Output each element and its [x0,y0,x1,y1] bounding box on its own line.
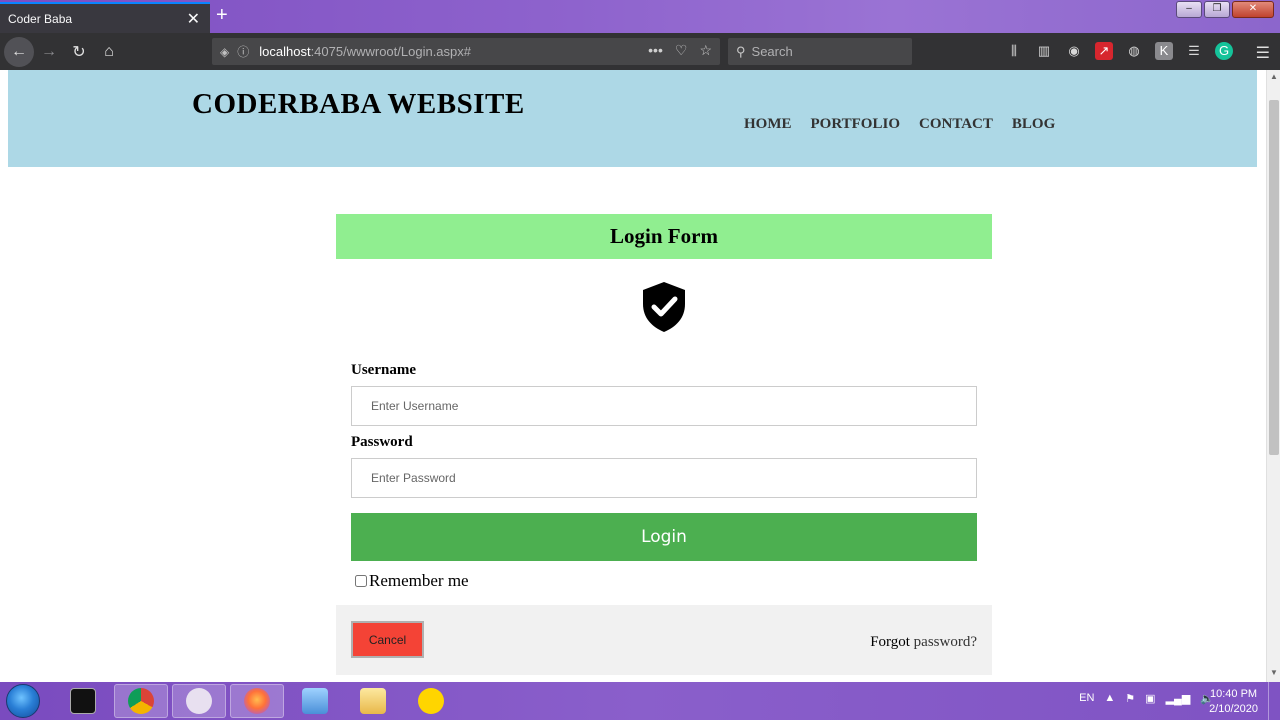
forgot-prefix: Forgot [870,634,914,650]
taskbar-firefox[interactable] [230,684,284,718]
account-icon[interactable]: ◉ [1065,42,1083,60]
shield-check-icon [643,282,685,332]
shield-tracking-icon[interactable]: ◈ [220,45,229,59]
scroll-up-icon[interactable]: ▲ [1270,72,1278,81]
page-actions-icon[interactable]: ••• [648,42,663,59]
library-icon[interactable]: ⫼ [1005,42,1023,60]
action-center-flag-icon[interactable]: ⚑ [1125,692,1135,705]
taskbar-snipping[interactable] [172,684,226,718]
remember-me-row: Remember me [351,571,977,591]
bookmark-star-icon[interactable]: ☆ [699,42,712,59]
site-nav: HOME PORTFOLIO CONTACT BLOG [744,116,1055,133]
minimize-icon[interactable]: – [1176,1,1202,18]
start-button[interactable] [6,684,40,718]
taskbar-explorer[interactable] [346,684,400,718]
back-arrow-icon[interactable]: ← [4,37,34,67]
address-bar[interactable]: ◈ ⓘ localhost:4075/wwwroot/Login.aspx# •… [212,38,720,65]
forward-arrow-icon[interactable]: → [34,37,64,67]
password-label: Password [351,434,413,450]
home-icon[interactable]: ⌂ [94,37,124,67]
info-icon[interactable]: ⓘ [237,43,249,60]
vertical-scrollbar[interactable]: ▲ ▼ [1266,70,1280,682]
forgot-password-text: Forgot password? [870,634,977,651]
firefox-icon [244,688,270,714]
language-indicator[interactable]: EN [1079,692,1094,705]
clock-time: 10:40 PM [1209,688,1258,700]
taskbar-notepad[interactable] [288,684,342,718]
site-header: CODERBABA WEBSITE HOME PORTFOLIO CONTACT… [8,70,1257,167]
taskbar-chrome[interactable] [114,684,168,718]
extension-stack-icon[interactable]: ☰ [1185,42,1203,60]
restore-icon[interactable]: ❐ [1204,1,1230,18]
tray-expand-icon[interactable]: ▲ [1104,692,1115,705]
tab-title: Coder Baba [8,11,73,26]
nav-portfolio-link[interactable]: PORTFOLIO [811,116,900,133]
url-path: :4075/wwwroot/Login.aspx# [310,44,471,59]
close-tab-icon[interactable]: ✕ [187,9,200,29]
system-tray: EN ▲ ⚑ ▣ ▂▄▆ 🔈 [1079,692,1214,705]
taskbar-cmd[interactable] [56,684,110,718]
window-titlebar: Coder Baba ✕ + – ❐ ✕ [0,0,1280,33]
search-input[interactable]: ⚲ Search [728,38,912,65]
usb-device-icon[interactable]: ▣ [1145,692,1155,705]
snipping-tool-icon [186,688,212,714]
os-taskbar: EN ▲ ⚑ ▣ ▂▄▆ 🔈 10:40 PM 2/10/2020 [0,682,1280,720]
sidebar-icon[interactable]: ▥ [1035,42,1053,60]
page-viewport: CODERBABA WEBSITE HOME PORTFOLIO CONTACT… [0,70,1266,682]
browser-tab[interactable]: Coder Baba ✕ [0,2,210,33]
nav-contact-link[interactable]: CONTACT [919,116,993,133]
reload-icon[interactable]: ↻ [64,37,94,67]
system-clock[interactable]: 10:40 PM 2/10/2020 [1209,687,1258,717]
grammarly-icon[interactable]: G [1215,42,1233,60]
extension-toolbar: ⫼ ▥ ◉ ↗ ◍ K ☰ G [1005,42,1233,60]
url-host: localhost [259,44,311,59]
forgot-password-link[interactable]: password? [914,634,977,650]
password-input[interactable] [351,458,977,498]
login-button[interactable]: Login [351,513,977,561]
new-tab-icon[interactable]: + [216,5,228,25]
login-fields: Username Password Login Remember me [351,362,977,591]
extension-grey-icon[interactable]: K [1155,42,1173,60]
search-icon: ⚲ [736,43,746,59]
window-controls: – ❐ ✕ [1176,1,1274,18]
command-prompt-icon [70,688,96,714]
play-icon [418,688,444,714]
scroll-down-icon[interactable]: ▼ [1270,668,1278,677]
remember-me-label[interactable]: Remember me [369,571,469,591]
show-desktop-button[interactable] [1268,682,1280,720]
taskbar-media-player[interactable] [404,684,458,718]
login-footer: Cancel Forgot password? [336,605,992,675]
hamburger-menu-icon[interactable]: ☰ [1256,43,1270,63]
username-label: Username [351,362,416,378]
notepad-icon [302,688,328,714]
network-signal-icon[interactable]: ▂▄▆ [1166,692,1191,705]
site-title: CODERBABA WEBSITE [192,88,525,120]
cancel-button[interactable]: Cancel [351,621,424,658]
folder-icon [360,688,386,714]
close-window-icon[interactable]: ✕ [1232,1,1274,18]
login-form-heading: Login Form [336,214,992,259]
nav-home-link[interactable]: HOME [744,116,792,133]
username-input[interactable] [351,386,977,426]
extension-red-icon[interactable]: ↗ [1095,42,1113,60]
login-form: Login Form Username Password Login Remem… [336,214,992,675]
scroll-thumb[interactable] [1269,100,1279,455]
url-text[interactable]: localhost:4075/wwwroot/Login.aspx# [259,44,471,59]
color-picker-icon[interactable]: ◍ [1125,42,1143,60]
nav-blog-link[interactable]: BLOG [1012,116,1055,133]
remember-me-checkbox[interactable] [355,575,367,587]
chrome-icon [128,688,154,714]
browser-toolbar: ← → ↻ ⌂ ◈ ⓘ localhost:4075/wwwroot/Login… [0,33,1280,70]
pocket-icon[interactable]: ♡ [675,42,688,59]
search-placeholder: Search [751,44,793,59]
clock-date: 2/10/2020 [1209,703,1258,715]
